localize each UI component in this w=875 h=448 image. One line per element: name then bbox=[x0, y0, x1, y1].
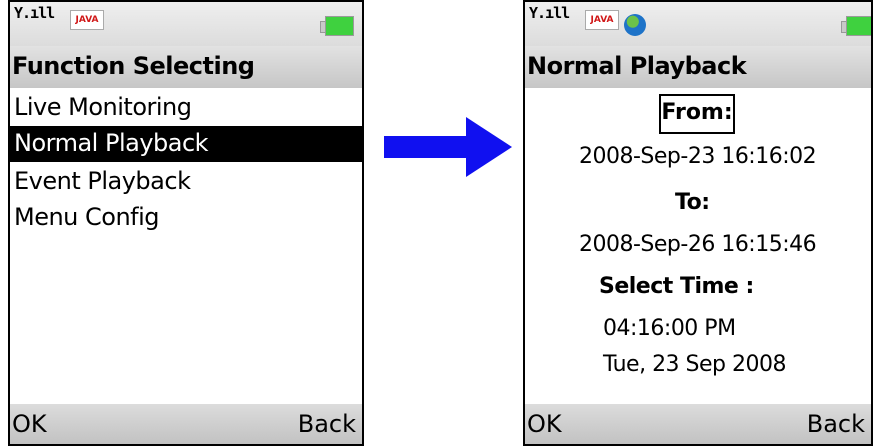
back-softkey[interactable]: Back bbox=[298, 410, 356, 438]
signal-icon: Y.ıll bbox=[529, 4, 570, 22]
select-time-label: Select Time : bbox=[599, 274, 754, 299]
playback-form: From: 2008-Sep-23 16:16:02 To: 2008-Sep-… bbox=[525, 88, 871, 404]
signal-icon: Y.ıll bbox=[14, 4, 55, 22]
select-time-value[interactable]: 04:16:00 PM bbox=[603, 316, 736, 341]
menu-item-menu-config[interactable]: Menu Config bbox=[10, 200, 362, 236]
screen-title-bar: Normal Playback bbox=[525, 46, 871, 88]
softkey-bar: OK Back bbox=[10, 404, 362, 444]
java-badge-icon: JAVA bbox=[585, 10, 619, 30]
menu-item-live-monitoring[interactable]: Live Monitoring bbox=[10, 90, 362, 126]
status-bar: Y.ıll JAVA bbox=[10, 2, 362, 46]
screen-title-bar: Function Selecting bbox=[10, 46, 362, 88]
softkey-bar: OK Back bbox=[525, 404, 871, 444]
globe-icon bbox=[624, 14, 646, 36]
battery-icon bbox=[320, 16, 354, 36]
select-date-value[interactable]: Tue, 23 Sep 2008 bbox=[603, 352, 787, 377]
back-softkey[interactable]: Back bbox=[807, 410, 865, 438]
phone-screen-function-selecting: Y.ıll JAVA Function Selecting Live Monit… bbox=[8, 0, 364, 446]
from-label[interactable]: From: bbox=[659, 94, 735, 134]
to-datetime-value: 2008-Sep-26 16:15:46 bbox=[579, 232, 817, 257]
menu-item-event-playback[interactable]: Event Playback bbox=[10, 164, 362, 200]
menu-item-normal-playback[interactable]: Normal Playback bbox=[10, 126, 362, 162]
screen-title: Normal Playback bbox=[527, 52, 747, 80]
screen-title: Function Selecting bbox=[12, 52, 255, 80]
battery-icon bbox=[841, 16, 871, 36]
ok-softkey[interactable]: OK bbox=[12, 410, 47, 438]
ok-softkey[interactable]: OK bbox=[527, 410, 562, 438]
from-datetime-value: 2008-Sep-23 16:16:02 bbox=[579, 144, 817, 169]
status-bar: Y.ıll JAVA bbox=[525, 2, 871, 46]
menu-list: Live Monitoring Normal Playback Event Pl… bbox=[10, 88, 362, 404]
to-label: To: bbox=[675, 190, 710, 215]
phone-screen-normal-playback: Y.ıll JAVA Normal Playback From: 2008-Se… bbox=[523, 0, 873, 446]
java-badge-icon: JAVA bbox=[70, 10, 104, 30]
